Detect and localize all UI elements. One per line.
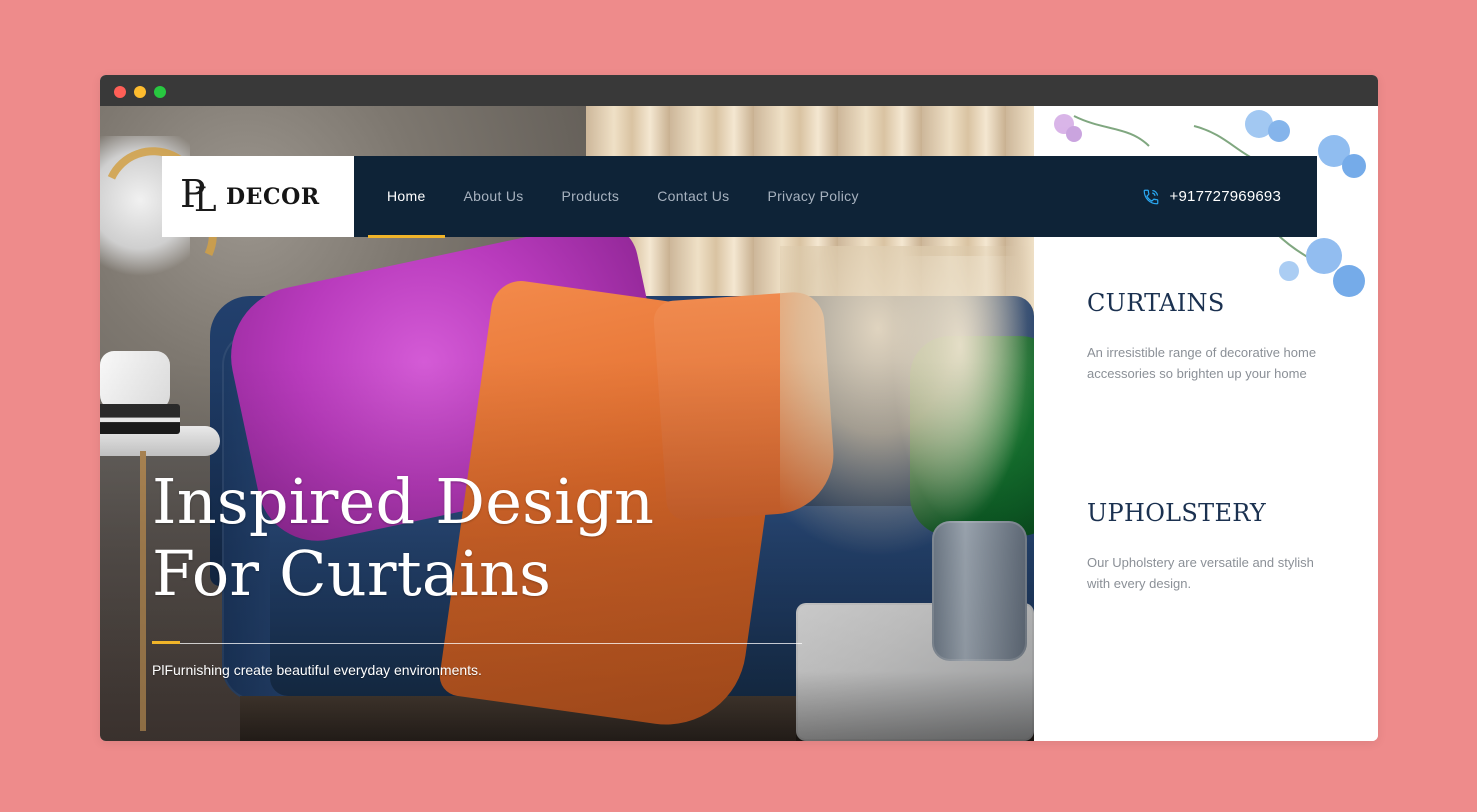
maximize-window-button[interactable] [154, 86, 166, 98]
hero-title: Inspired Design For Curtains [152, 466, 772, 610]
window-titlebar [100, 75, 1378, 106]
service-desc-curtains: An irresistible range of decorative home… [1087, 345, 1317, 381]
brand-name: DECOR [226, 183, 320, 210]
phone-contact[interactable]: +917727969693 [1142, 156, 1281, 237]
nav-item-privacy-policy[interactable]: Privacy Policy [748, 156, 877, 237]
brand-logo[interactable]: P L DECOR [162, 156, 354, 237]
main-menu: Home About Us Products Contact Us Privac… [368, 156, 878, 238]
webpage: Inspired Design For Curtains PlFurnishin… [100, 106, 1378, 741]
hero-accent-line [152, 641, 180, 644]
hero-title-line-1: Inspired Design [152, 465, 655, 538]
nav-item-contact-us[interactable]: Contact Us [638, 156, 748, 237]
nav-item-home[interactable]: Home [368, 156, 445, 238]
minimize-window-button[interactable] [134, 86, 146, 98]
top-navbar: P L DECOR Home About Us Products Contact… [162, 156, 1317, 238]
service-title-upholstery: UPHOLSTERY [1087, 499, 1267, 527]
hero-subtitle: PlFurnishing create beautiful everyday e… [152, 662, 482, 678]
service-desc-upholstery: Our Upholstery are versatile and stylish… [1087, 555, 1314, 591]
phone-icon [1143, 189, 1158, 204]
phone-number: +917727969693 [1169, 188, 1281, 205]
nav-item-about-us[interactable]: About Us [445, 156, 543, 237]
browser-window: Inspired Design For Curtains PlFurnishin… [100, 75, 1378, 741]
nav-item-products[interactable]: Products [543, 156, 639, 237]
brand-mark-letter-l: L [194, 179, 217, 220]
close-window-button[interactable] [114, 86, 126, 98]
hero-title-line-2: For Curtains [152, 537, 552, 610]
service-title-curtains: CURTAINS [1087, 289, 1225, 317]
hero-divider [152, 643, 802, 644]
brand-mark-icon: P L [180, 175, 220, 219]
